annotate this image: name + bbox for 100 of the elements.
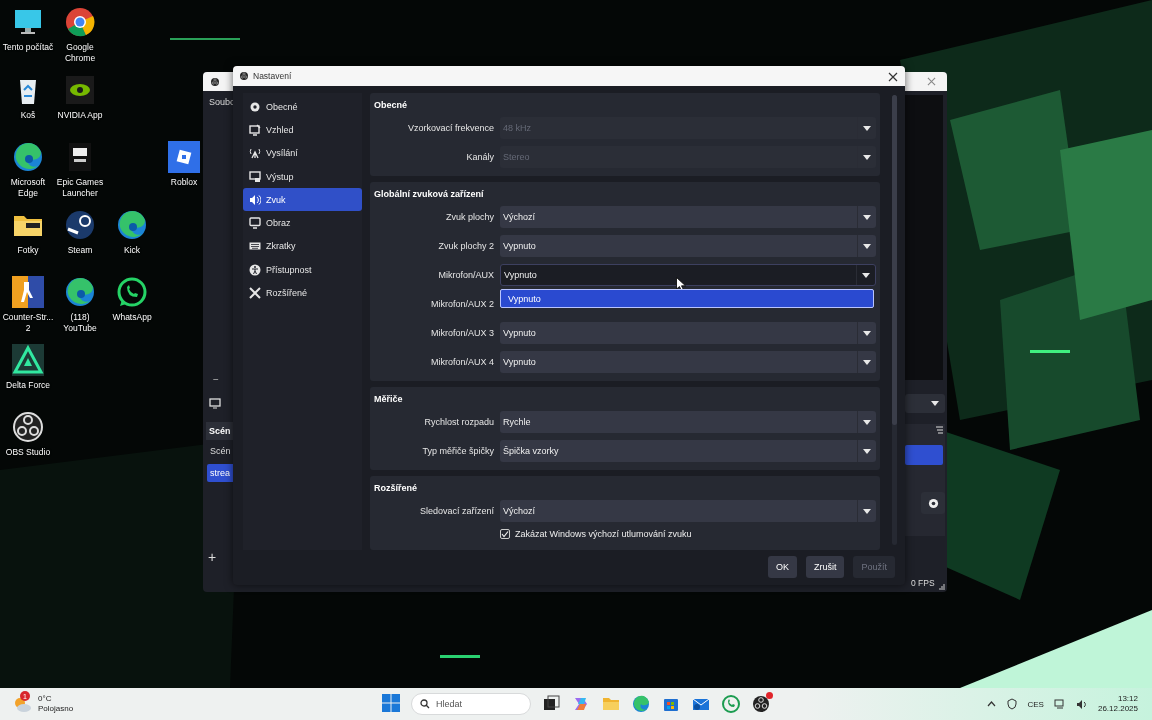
field-label: Zvuk plochy 2: [437, 241, 495, 251]
desktop-icon-label[interactable]: Delta Force: [6, 379, 50, 390]
clock-date[interactable]: 26.12.2025: [1097, 704, 1138, 714]
language-indicator[interactable]: CES: [1027, 699, 1044, 709]
sidebar-item[interactable]: Vzhled: [243, 118, 362, 142]
caret-icon: [863, 243, 871, 249]
dropdown[interactable]: Výchozí: [500, 206, 876, 228]
speaker-icon: [249, 193, 261, 206]
caret-icon: [863, 214, 871, 220]
caret-icon: [931, 401, 939, 406]
desktop-icon-label[interactable]: Koš: [20, 109, 36, 120]
obs-icon: [239, 71, 249, 81]
accessibility-icon: [249, 263, 261, 276]
dropdown[interactable]: Vypnuto: [500, 235, 876, 257]
gear-icon: [249, 100, 261, 113]
settings-button[interactable]: [921, 492, 945, 514]
dropdown[interactable]: Rychle: [500, 411, 876, 433]
desktop-icon-label[interactable]: Google Chrome: [53, 42, 107, 63]
obs-icon[interactable]: [12, 411, 44, 443]
filter-icon[interactable]: [935, 426, 944, 434]
section-title: Obecné: [374, 99, 408, 112]
square-logo-icon[interactable]: [168, 141, 200, 173]
desktop-icon-label[interactable]: Roblox: [170, 177, 198, 188]
monitor-output-icon: [249, 170, 261, 183]
dialog-button[interactable]: Zrušit: [806, 556, 845, 578]
fps-counter: 0 FPS: [911, 578, 935, 588]
start-button[interactable]: [381, 694, 401, 714]
dropdown[interactable]: Výchozí: [500, 500, 876, 522]
desktop-icon-label[interactable]: OBS Studio: [5, 447, 51, 458]
sidebar-item[interactable]: Zvuk: [243, 188, 362, 212]
collapse-button[interactable]: −: [213, 374, 219, 385]
sidebar-item[interactable]: Přístupnost: [243, 258, 362, 282]
close-button[interactable]: [887, 70, 899, 82]
wave-browser-icon[interactable]: [12, 141, 44, 173]
sidebar-item[interactable]: Obecné: [243, 95, 362, 119]
field-label: Typ měřiče špičky: [421, 446, 495, 456]
section-title: Globální zvuková zařízení: [374, 188, 485, 201]
desktop-icon-label[interactable]: Counter-Str... 2: [1, 312, 55, 333]
section-title: Měřiče: [374, 393, 404, 406]
chat-icon[interactable]: [116, 276, 148, 308]
desktop-icon-label[interactable]: Microsoft Edge: [1, 177, 55, 198]
shield-icon[interactable]: [1005, 698, 1018, 710]
caret-icon: [863, 448, 871, 454]
dropdown-option[interactable]: Vypnuto: [500, 289, 874, 308]
steam-icon[interactable]: [64, 208, 96, 241]
field-label: Mikrofon/AUX: [437, 270, 495, 280]
monitor-brush-icon: [249, 123, 261, 136]
wave-browser-icon[interactable]: [64, 276, 96, 308]
dropdown[interactable]: Vypnuto: [500, 264, 876, 286]
field-label: Mikrofon/AUX 3: [429, 328, 495, 338]
desktop-icon-label[interactable]: Fotky: [17, 244, 39, 255]
desktop-icon-label[interactable]: Tento počítač: [2, 42, 54, 53]
dropdown[interactable]: [905, 394, 945, 413]
sidebar-item[interactable]: Rozšířené: [243, 281, 362, 305]
temperature[interactable]: 0°C: [38, 694, 74, 704]
browser-icon[interactable]: [64, 6, 96, 38]
eye-logo-icon[interactable]: [64, 73, 96, 106]
field-label: Mikrofon/AUX 2: [429, 299, 495, 309]
desktop-icon-label[interactable]: Kick: [123, 244, 141, 255]
weather-condition[interactable]: Polojasno: [38, 704, 74, 714]
obs-icon[interactable]: [751, 694, 771, 714]
cursor-icon: [676, 277, 686, 292]
monitor-icon: [249, 217, 261, 230]
sidebar-item[interactable]: Zkratky: [243, 234, 362, 259]
soldier-icon[interactable]: [12, 276, 44, 308]
dropdown[interactable]: Vypnuto: [500, 322, 876, 344]
resize-grip-icon[interactable]: [939, 584, 945, 590]
caret-icon: [863, 508, 871, 514]
sidebar-item[interactable]: Výstup: [243, 164, 362, 189]
checkbox-label[interactable]: Zakázat Windows výchozí utlumování zvuku: [515, 529, 692, 539]
search-field[interactable]: Hledat: [411, 693, 531, 715]
search-icon: [420, 699, 430, 709]
desktop-icon-label[interactable]: NVIDIA App: [57, 109, 103, 120]
clock-time[interactable]: 13:12: [1117, 694, 1138, 704]
triangle-logo-icon[interactable]: [12, 343, 44, 376]
scene-item[interactable]: strea: [207, 464, 235, 482]
desktop-icon-label[interactable]: Steam: [67, 244, 93, 255]
window-title: Nastavení: [253, 71, 293, 81]
dropdown[interactable]: Vypnuto: [500, 351, 876, 373]
desktop-icon-label[interactable]: WhatsApp: [112, 312, 152, 323]
speaker-icon[interactable]: [1075, 698, 1088, 710]
monitor-icon: [209, 398, 221, 409]
wave-browser-icon[interactable]: [116, 208, 148, 241]
caret-icon: [863, 330, 871, 336]
close-icon[interactable]: [927, 77, 936, 86]
sidebar-item[interactable]: Vysílání: [243, 141, 362, 165]
caret-icon: [863, 154, 871, 160]
chevron-up-icon[interactable]: [986, 701, 996, 707]
dropdown[interactable]: Špička vzorky: [500, 440, 876, 462]
sidebar-item[interactable]: Obraz: [243, 211, 362, 235]
dialog-button[interactable]: OK: [767, 556, 797, 578]
field-label: Mikrofon/AUX 4: [429, 357, 495, 367]
caret-icon: [863, 419, 871, 425]
scrollbar[interactable]: [892, 95, 897, 545]
add-button[interactable]: +: [208, 550, 217, 564]
scene-item[interactable]: Scén: [207, 442, 235, 460]
desktop-icon-label[interactable]: Epic Games Launcher: [53, 177, 107, 198]
checkbox[interactable]: [500, 529, 510, 539]
network-icon[interactable]: [1053, 698, 1066, 710]
desktop-icon-label[interactable]: (118) YouTube: [53, 312, 107, 333]
